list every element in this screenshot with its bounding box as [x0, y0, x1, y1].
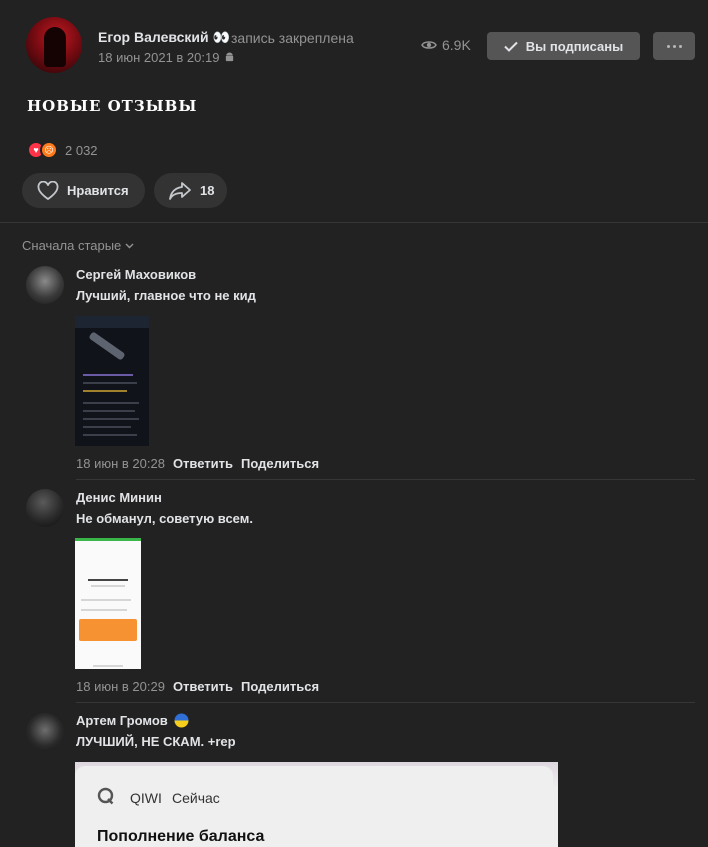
post-header: Егор Валевский 👀 запись закреплена 18 ию… [0, 0, 708, 90]
comment-avatar[interactable] [26, 489, 64, 527]
android-icon [226, 52, 234, 62]
share-comment-button[interactable]: Поделиться [241, 679, 319, 694]
angry-reaction-icon: ☹ [40, 141, 58, 159]
comments-sort[interactable]: Сначала старые [22, 238, 134, 253]
heart-icon [37, 180, 59, 200]
qiwi-app-name: QIWI [130, 790, 162, 806]
comment-meta: 18 июн в 20:29 Ответить Поделиться [76, 679, 319, 694]
comment-author-name: Артем Громов [76, 713, 168, 728]
share-comment-button[interactable]: Поделиться [241, 456, 319, 471]
comment-divider [76, 479, 695, 480]
share-button[interactable]: 18 [154, 173, 227, 208]
comment-avatar[interactable] [26, 266, 64, 304]
post-text: новые отзывы [27, 97, 198, 115]
post-date[interactable]: 18 июн 2021 в 20:19 [98, 50, 235, 65]
comment-attachment-image[interactable] [75, 316, 149, 446]
comment-author[interactable]: Артем Громов [76, 713, 189, 728]
reactions[interactable]: ♥ ☹ 2 032 [27, 141, 98, 159]
comment-date[interactable]: 18 июн в 20:28 [76, 456, 165, 471]
author-avatar[interactable] [26, 17, 82, 73]
more-icon [666, 44, 682, 48]
eye-icon [421, 41, 437, 49]
comments-sort-label: Сначала старые [22, 238, 122, 253]
subscribed-button[interactable]: Вы подписаны [487, 32, 640, 60]
post-date-text: 18 июн 2021 в 20:19 [98, 50, 220, 65]
more-button[interactable] [653, 32, 695, 60]
subscribed-label: Вы подписаны [525, 38, 624, 54]
reactions-count: 2 032 [65, 142, 98, 158]
qiwi-title: Пополнение баланса [97, 828, 265, 845]
comment-meta: 18 июн в 20:28 Ответить Поделиться [76, 456, 319, 471]
comment-author-name: Сергей Маховиков [76, 267, 197, 282]
qiwi-logo-icon [97, 787, 114, 805]
share-count: 18 [200, 183, 215, 198]
check-icon [504, 41, 518, 52]
like-button[interactable]: Нравится [22, 173, 145, 208]
reply-button[interactable]: Ответить [173, 456, 233, 471]
comment-date[interactable]: 18 июн в 20:29 [76, 679, 165, 694]
comment-attachment-image[interactable]: QIWI Сейчас Пополнение баланса [75, 762, 558, 847]
flag-ukraine-icon [174, 713, 189, 728]
comment-divider [76, 702, 695, 703]
pinned-label: запись закреплена [231, 30, 354, 46]
qiwi-notification: QIWI Сейчас Пополнение баланса [75, 766, 553, 847]
divider [0, 222, 708, 223]
comment-text: ЛУЧШИЙ, НЕ СКАМ. +rep [76, 734, 236, 749]
like-label: Нравится [67, 183, 129, 198]
author-name[interactable]: Егор Валевский 👀 [98, 29, 230, 46]
comment-text: Лучший, главное что не кид [76, 288, 256, 303]
reply-button[interactable]: Ответить [173, 679, 233, 694]
comment-author-name: Денис Минин [76, 490, 162, 505]
comment-author[interactable]: Сергей Маховиков [76, 267, 196, 282]
views-count: 6.9K [442, 37, 471, 53]
comment-text: Не обманул, советую всем. [76, 511, 253, 526]
chevron-down-icon [125, 243, 134, 248]
comment-attachment-image[interactable] [75, 538, 141, 669]
qiwi-time: Сейчас [172, 790, 220, 806]
views-counter: 6.9K [421, 37, 471, 53]
comment-avatar[interactable] [26, 713, 64, 751]
comment-author[interactable]: Денис Минин [76, 490, 162, 505]
share-icon [169, 181, 191, 200]
